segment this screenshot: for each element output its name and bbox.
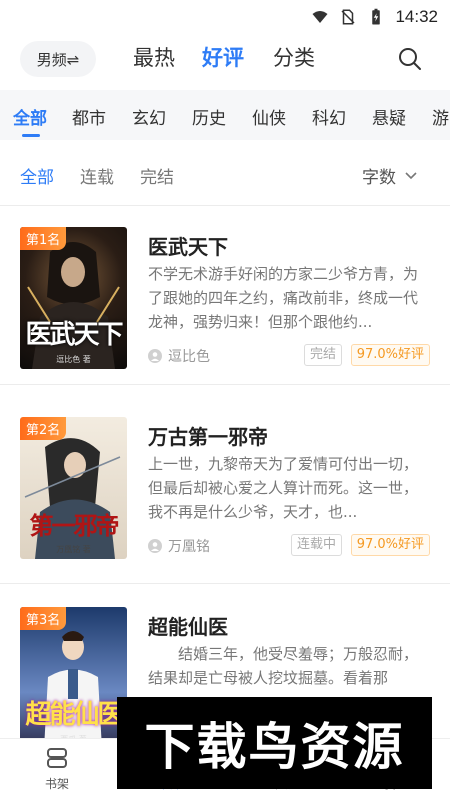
status-time: 14:32: [395, 7, 438, 26]
cover-author: 万凰铭 著: [56, 545, 91, 554]
rank-badge: 第2名: [20, 417, 67, 440]
divider: [0, 205, 450, 206]
book-title[interactable]: 医武天下: [148, 231, 228, 260]
filter-bar: 全部 连载 完结 字数: [0, 155, 450, 195]
nav-bookshelf-label: 书架: [44, 777, 69, 791]
status-tag: 完结: [303, 344, 342, 366]
user-icon: [148, 539, 162, 553]
book-description: 上一世，九黎帝天为了爱情可付出一切，但最后却被心爱之人算计而死。这一世，我不再是…: [148, 455, 419, 521]
book-meta: 万凰铭 连载中 97.0%好评: [148, 534, 430, 558]
cover-author: 逗比色 著: [56, 355, 91, 364]
category-active-indicator: [22, 134, 40, 137]
category-all[interactable]: 全部: [13, 104, 47, 129]
category-urban[interactable]: 都市: [72, 104, 106, 129]
book-author: 逗比色: [148, 346, 210, 366]
book-author-name: 万凰铭: [168, 539, 210, 555]
sort-select[interactable]: 字数: [362, 163, 418, 188]
filter-serializing[interactable]: 连载: [80, 163, 114, 188]
category-bar: 全部 都市 玄幻 历史 仙侠 科幻 悬疑 游: [0, 90, 450, 140]
bookshelf-icon: [47, 748, 67, 768]
book-title[interactable]: 万古第一邪帝: [148, 421, 268, 450]
gender-switch-button[interactable]: 男频⇌: [20, 41, 96, 77]
category-xianxia[interactable]: 仙侠: [252, 104, 286, 129]
book-author-name: 逗比色: [168, 349, 210, 365]
status-bar: 14:32: [0, 0, 450, 34]
tab-top-rated[interactable]: 好评: [202, 42, 244, 72]
rank-badge: 第3名: [20, 607, 67, 630]
book-author: 万凰铭: [148, 536, 210, 556]
sort-label: 字数: [362, 168, 396, 188]
book-title[interactable]: 超能仙医: [148, 611, 228, 640]
cover-title: 超能仙医: [25, 700, 123, 730]
status-tag: 连载中: [290, 534, 342, 556]
wifi-icon: [312, 11, 328, 23]
watermark-text: 下载鸟资源: [144, 718, 405, 776]
category-mystery[interactable]: 悬疑: [372, 104, 406, 129]
rank-badge: 第1名: [20, 227, 67, 250]
cover-title: 第一邪帝: [29, 512, 120, 540]
filter-finished[interactable]: 完结: [140, 163, 174, 188]
category-game[interactable]: 游: [432, 104, 449, 129]
book-card[interactable]: 第2名 第一邪帝 万凰铭 著 万古第一邪帝 上一世，九黎帝天为了爱情可付出一切，…: [0, 397, 450, 573]
book-card[interactable]: 第1名 医武天下 逗比色 著 医武天下 不学无术游手好闲的方家二少爷方青，为了跟…: [0, 207, 450, 383]
divider: [0, 583, 450, 584]
search-icon[interactable]: [395, 44, 425, 74]
book-cover: 第1名 医武天下 逗比色 著: [20, 227, 127, 369]
top-nav: 男频⇌ 最热 好评 分类: [0, 38, 450, 82]
book-meta: 逗比色 完结 97.0%好评: [148, 344, 430, 368]
watermark-overlay: 下载鸟资源: [117, 697, 432, 789]
tab-hot[interactable]: 最热: [133, 42, 175, 72]
battery-icon: [372, 8, 381, 25]
divider: [0, 384, 450, 385]
book-cover: 第2名 第一邪帝 万凰铭 著: [20, 417, 127, 559]
user-icon: [148, 349, 162, 363]
nav-bookshelf[interactable]: 书架: [27, 745, 87, 792]
rating-tag: 97.0%好评: [350, 344, 430, 366]
tab-category[interactable]: 分类: [273, 42, 315, 72]
book-cover: 第3名 超能仙医 西瓜 著: [20, 607, 127, 749]
rating-tag: 97.0%好评: [350, 534, 430, 556]
filter-all[interactable]: 全部: [20, 163, 54, 188]
cover-title: 医武天下: [25, 320, 123, 350]
no-sim-icon: [341, 9, 355, 25]
category-scifi[interactable]: 科幻: [312, 104, 346, 129]
category-fantasy[interactable]: 玄幻: [132, 104, 166, 129]
category-history[interactable]: 历史: [192, 104, 226, 129]
chevron-down-icon: [405, 171, 417, 179]
book-description: 不学无术游手好闲的方家二少爷方青，为了跟她的四年之约，痛改前非，终成一代龙神，强…: [148, 265, 419, 331]
